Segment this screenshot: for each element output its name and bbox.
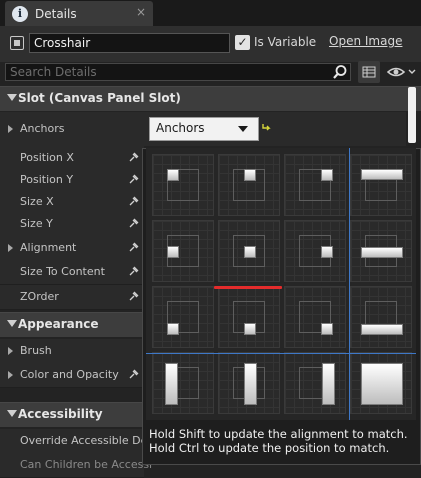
anchor-preset-right-stretch-vertical[interactable] (284, 352, 346, 414)
prop-row-size-y[interactable]: Size Y (0, 212, 144, 237)
anchor-preset-bottom-right[interactable] (284, 286, 346, 348)
expand-arrow-icon (7, 410, 17, 417)
close-icon[interactable]: × (136, 5, 146, 19)
search-placeholder: Search Details (10, 65, 97, 79)
bind-pin-icon[interactable] (129, 218, 139, 228)
prop-label: Override Accessible Def (20, 434, 152, 447)
anchor-marker-icon (322, 363, 335, 405)
prop-label: Brush (20, 344, 52, 357)
section-title: Slot (Canvas Panel Slot) (18, 91, 181, 105)
is-variable-checkbox[interactable]: ✓ (235, 35, 250, 50)
section-accessibility[interactable]: Accessibility (0, 402, 144, 427)
bind-pin-icon[interactable] (129, 152, 139, 162)
bind-pin-icon[interactable] (129, 266, 139, 276)
expand-arrow-icon (7, 320, 17, 327)
prop-label: Position X (20, 151, 74, 164)
expand-row-icon[interactable] (8, 371, 13, 379)
tab-details[interactable]: i Details × (5, 1, 153, 26)
prop-row-size-to-content[interactable]: Size To Content (0, 260, 144, 285)
anchor-preset-left-stretch-vertical[interactable] (152, 352, 214, 414)
bind-pin-icon[interactable] (129, 196, 139, 206)
anchor-marker-icon (361, 324, 403, 335)
prop-row-brush[interactable]: Brush (0, 339, 144, 364)
scrollbar-thumb[interactable] (408, 87, 416, 143)
anchor-marker-icon (321, 246, 333, 258)
anchor-guide-vertical (349, 148, 350, 420)
anchor-preset-grid (146, 148, 416, 420)
search-icon[interactable] (332, 64, 348, 80)
anchor-preset-full-stretch[interactable] (350, 352, 412, 414)
prop-label: Color and Opacity (20, 368, 119, 381)
anchor-preset-center-stretch-vertical[interactable] (218, 352, 280, 414)
section-appearance[interactable]: Appearance (0, 312, 144, 337)
anchor-preset-top-right[interactable] (284, 154, 346, 216)
section-title: Appearance (18, 317, 99, 331)
open-image-link[interactable]: Open Image (329, 34, 402, 48)
anchor-marker-icon (243, 363, 257, 405)
anchor-preset-center-right[interactable] (284, 220, 346, 282)
prop-row-anchors[interactable]: Anchors (0, 112, 144, 147)
anchor-marker-icon (167, 169, 179, 181)
anchor-marker-icon (244, 323, 256, 335)
widget-icon (10, 36, 24, 50)
property-matrix-button[interactable] (358, 61, 380, 83)
spacer (0, 388, 144, 401)
anchor-marker-icon (167, 246, 179, 258)
prop-label: Position Y (20, 173, 74, 186)
anchor-marker-icon (244, 169, 256, 181)
anchors-combo-value: Anchors (156, 121, 205, 135)
anchor-preset-center-left[interactable] (152, 220, 214, 282)
hover-highlight-bar (214, 286, 282, 289)
anchor-preset-bottom-center[interactable] (218, 286, 280, 348)
prop-label: Alignment (20, 241, 77, 254)
prop-row-color-and-opacity[interactable]: Color and Opacity (0, 363, 144, 388)
popup-hint-ctrl: Hold Ctrl to update the position to matc… (149, 441, 390, 455)
chevron-down-icon (238, 126, 248, 132)
anchor-marker-icon (361, 246, 403, 258)
prop-label: Size X (20, 195, 54, 208)
prop-label: Size To Content (20, 265, 105, 278)
bind-pin-icon[interactable] (129, 291, 139, 301)
prop-row-can-children-accessible[interactable]: Can Children be Accessi (0, 453, 152, 478)
anchor-preset-bottom-stretch[interactable] (350, 286, 412, 348)
expand-row-icon[interactable] (8, 347, 13, 355)
anchor-marker-icon (244, 246, 256, 258)
grid-icon (362, 66, 376, 78)
anchor-preset-top-left[interactable] (152, 154, 214, 216)
bind-pin-icon[interactable] (129, 242, 139, 252)
widget-name-input[interactable]: Crosshair (29, 33, 230, 53)
prop-row-override-accessible[interactable]: Override Accessible Def (0, 429, 151, 454)
is-variable-label: Is Variable (254, 35, 317, 49)
bind-pin-icon[interactable] (129, 369, 139, 379)
popup-hint-shift: Hold Shift to update the alignment to ma… (149, 427, 408, 441)
reset-to-default-icon[interactable] (261, 122, 271, 132)
bind-pin-icon[interactable] (129, 174, 139, 184)
prop-label: Anchors (20, 122, 65, 135)
section-title: Accessibility (18, 407, 103, 421)
expand-arrow-icon (7, 94, 17, 101)
anchor-preset-top-center[interactable] (218, 154, 280, 216)
prop-row-alignment[interactable]: Alignment (0, 236, 144, 261)
prop-label: Size Y (20, 217, 53, 230)
anchor-preset-center-center[interactable] (218, 220, 280, 282)
tab-title: Details (35, 6, 77, 21)
anchor-marker-icon (321, 169, 333, 181)
anchor-guide-horizontal (146, 353, 416, 354)
anchor-marker-icon (321, 323, 333, 335)
anchor-marker-icon (167, 323, 179, 335)
anchor-marker-icon (361, 363, 403, 405)
anchor-preset-bottom-left[interactable] (152, 286, 214, 348)
prop-row-zorder[interactable]: ZOrder (0, 285, 144, 310)
anchor-marker-icon (361, 169, 403, 180)
info-icon: i (12, 5, 28, 22)
anchor-preset-top-stretch[interactable] (350, 154, 412, 216)
eye-icon[interactable] (385, 63, 417, 81)
anchor-preset-center-stretch[interactable] (350, 220, 412, 282)
section-slot[interactable]: Slot (Canvas Panel Slot) (0, 86, 421, 111)
anchor-marker-icon (165, 363, 178, 405)
prop-label: ZOrder (20, 290, 59, 303)
expand-row-icon[interactable] (8, 125, 13, 133)
expand-row-icon[interactable] (8, 244, 13, 252)
